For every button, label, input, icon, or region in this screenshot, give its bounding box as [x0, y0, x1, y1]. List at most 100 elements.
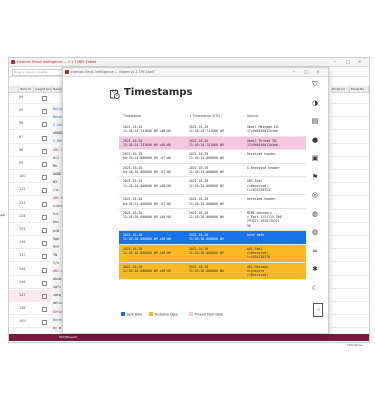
- table-row[interactable]: [331, 264, 369, 276]
- link-icon[interactable]: ∞: [311, 247, 319, 255]
- timestamp-utc-cell: 2021-10-20 11:45:24.000000 AM: [189, 179, 224, 188]
- column-header-timestamp-utc[interactable]: ↓ Timestamp (UTC): [189, 114, 220, 118]
- table-row[interactable]: [331, 303, 369, 316]
- source-line: 9YV: [53, 244, 59, 249]
- row-checkbox[interactable]: [42, 294, 47, 299]
- gear-icon[interactable]: ✱: [311, 265, 319, 273]
- row-item-id: 136: [19, 240, 26, 245]
- row-checkbox[interactable]: [42, 228, 47, 233]
- app-logo-icon: [11, 60, 15, 64]
- row-item-id: 100: [19, 174, 26, 179]
- row-checkbox[interactable]: [42, 267, 47, 273]
- table-row[interactable]: [331, 211, 369, 223]
- resize-handle-icon[interactable]: ⇿: [0, 212, 5, 219]
- table-row[interactable]: [331, 158, 369, 170]
- timestamp-row[interactable]: 2021-10-20 11:45:24.741000 AM +00:00 2021…: [119, 136, 306, 151]
- table-row[interactable]: [331, 198, 369, 210]
- legend-swatch: [189, 312, 193, 316]
- row-checkbox[interactable]: [42, 109, 47, 115]
- legend-label: Tentative Date: [154, 312, 178, 317]
- row-checkbox[interactable]: [42, 162, 47, 167]
- source-line: Y/n: [53, 260, 59, 265]
- close-button[interactable]: ×: [315, 69, 321, 75]
- main-window-title: Forensic Email Intelligence — 1 1 ? MBY …: [17, 60, 97, 64]
- row-item-id: 147: [19, 293, 26, 297]
- timestamp-row[interactable]: 2021-10-20 04:45:23.000000 AM -07:00 2021…: [119, 195, 306, 209]
- main-titlebar: Forensic Email Intelligence — 1 1 ? MBY …: [9, 58, 369, 67]
- table-row[interactable]: [331, 145, 369, 157]
- item-count: 169 Items: [347, 343, 363, 347]
- globe-icon[interactable]: ◍: [311, 228, 319, 236]
- table-row[interactable]: [331, 118, 369, 131]
- timestamp-row[interactable]: 2021-10-20 11:45:24.000000 AM +00:00 2021…: [119, 177, 306, 196]
- timestamp-row[interactable]: 2021-10-20 04:45:24.000000 AM -07:00 2021…: [119, 150, 306, 164]
- column-header-timestamp[interactable]: Timestamp: [123, 114, 141, 118]
- timestamp-utc-cell: 2021-10-20 11:45:20.000000 AM: [189, 210, 224, 220]
- adjust-icon[interactable]: ◑: [311, 99, 319, 107]
- pin-icon[interactable]: ●: [311, 136, 319, 144]
- table-row[interactable]: [331, 237, 369, 250]
- row-checkbox[interactable]: [42, 254, 47, 260]
- row-checkbox[interactable]: [42, 135, 47, 141]
- table-row[interactable]: [331, 132, 369, 144]
- row-checkbox[interactable]: [42, 188, 47, 194]
- status-text: 000(Missed): [59, 335, 78, 339]
- row-checkbox[interactable]: [42, 96, 47, 101]
- status-bar: 000(Missed): [9, 334, 369, 341]
- timestamp-row[interactable]: 2021-10-20 11:45:20.000000 AM +00:00 2021…: [119, 231, 306, 245]
- minimize-button[interactable]: –: [291, 69, 297, 75]
- source-line: spf=: [53, 285, 61, 290]
- table-row[interactable]: [331, 92, 369, 104]
- side-icon-bar: ⛉ ◑ ▤ ● ▣ ⚑ ◎ ◍ ◍ ∞ ✱ ☾: [305, 80, 325, 335]
- row-item-id: 137: [19, 253, 26, 258]
- source-cell: ARC-Message- Signature (nReceived): [247, 264, 271, 278]
- table-row[interactable]: [331, 224, 369, 236]
- group-by-area[interactable]: Drag a column header: [12, 68, 63, 76]
- fingerprint-icon[interactable]: ◎: [311, 191, 319, 199]
- export-document-icon[interactable]: ↗: [313, 303, 323, 317]
- doc-icon[interactable]: ▤: [311, 117, 319, 125]
- timestamp-row[interactable]: 2021-10-20 11:45:24.741000 AM +00:00 2021…: [119, 123, 306, 137]
- source-line: 9gb: [53, 236, 59, 241]
- timestamp-row[interactable]: 2021-10-20 11:45:20.000000 AM +00:00 2021…: [119, 262, 306, 281]
- table-row[interactable]: [331, 105, 369, 118]
- calendar-clock-icon: [110, 89, 120, 99]
- globe-icon[interactable]: ◍: [311, 210, 319, 218]
- row-checkbox[interactable]: [42, 214, 47, 220]
- row-checkbox[interactable]: [42, 320, 47, 326]
- maximize-button[interactable]: □: [346, 59, 350, 64]
- row-checkbox[interactable]: [42, 175, 47, 181]
- box-icon[interactable]: ▣: [311, 154, 319, 162]
- row-item-id: 97: [19, 134, 24, 139]
- column-header-source[interactable]: Source: [247, 114, 258, 118]
- row-checkbox[interactable]: [42, 122, 47, 128]
- app-logo-icon: [65, 70, 69, 74]
- maximize-button[interactable]: □: [303, 69, 309, 75]
- timestamp-row[interactable]: 2021-10-20 11:45:20.000000 AM +00:00 2021…: [119, 209, 306, 232]
- timestamp-cell: 2021-10-20 11:45:20.000000 AM +00:00: [123, 210, 171, 220]
- row-checkbox[interactable]: [42, 307, 47, 313]
- timestamp-cell: 2021-10-20 04:45:24.000000 AM -07:00: [123, 152, 171, 161]
- source-line: smtp: [53, 293, 61, 298]
- close-button[interactable]: ×: [358, 59, 361, 64]
- row-checkbox[interactable]: [42, 148, 47, 154]
- row-checkbox[interactable]: [42, 201, 47, 207]
- minimize-button[interactable]: –: [334, 59, 336, 64]
- source-line: h=t: [53, 212, 59, 217]
- timestamp-cell: 2021-10-20 11:45:24.000000 AM +00:00: [123, 179, 171, 188]
- table-row[interactable]: [331, 290, 369, 302]
- timestamp-row[interactable]: 2021-10-20 11:45:20.000000 AM +00:00 2021…: [119, 244, 306, 263]
- table-row[interactable]: [331, 277, 369, 289]
- row-item-id: 134: [19, 213, 26, 218]
- row-checkbox[interactable]: [42, 241, 47, 247]
- table-row[interactable]: [331, 184, 369, 197]
- table-row[interactable]: [331, 316, 369, 329]
- legend-item: Thread Start Date: [189, 312, 223, 317]
- row-checkbox[interactable]: [42, 280, 47, 286]
- table-row[interactable]: [331, 171, 369, 184]
- flag-icon[interactable]: ⚑: [311, 173, 319, 181]
- shield-icon[interactable]: ⛉: [311, 80, 319, 88]
- table-row[interactable]: [331, 250, 369, 263]
- moon-icon[interactable]: ☾: [311, 284, 319, 292]
- timestamp-row[interactable]: 2021-10-20 04:45:24.000000 AM -07:00 2021…: [119, 164, 306, 178]
